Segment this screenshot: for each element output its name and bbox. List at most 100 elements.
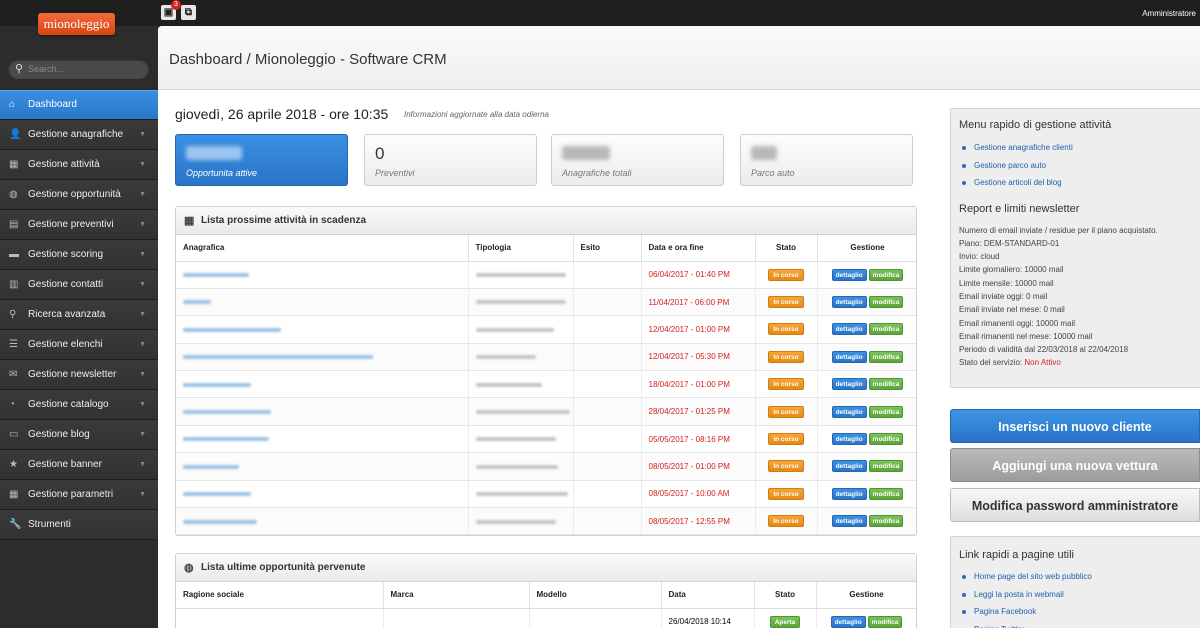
card-quotes[interactable]: 0 Preventivi bbox=[364, 134, 537, 186]
edit-button[interactable]: modifica bbox=[868, 405, 904, 418]
calendar-icon: ▦ bbox=[9, 159, 19, 170]
sidebar-item-dashboard[interactable]: ⌂ Dashboard bbox=[0, 90, 158, 120]
edit-button[interactable]: modifica bbox=[868, 296, 904, 309]
table-row[interactable]: 12/04/2017 - 05:30 PM In corso dettaglio mo… bbox=[176, 343, 916, 372]
edit-button[interactable]: modifica bbox=[867, 615, 903, 628]
table-row[interactable]: 28/04/2017 - 01:25 PM In corso dettaglio mo… bbox=[176, 397, 916, 426]
quick-menu-links: Gestione anagrafiche clienti Gestione par… bbox=[959, 139, 1192, 192]
chevron-down-icon: ▼ bbox=[139, 131, 146, 138]
detail-button[interactable]: dettaglio bbox=[831, 460, 867, 473]
sidebar-item-gestione-scoring[interactable]: ▬ Gestione scoring ▼ bbox=[0, 240, 158, 270]
sidebar-item-gestione-banner[interactable]: ★ Gestione banner ▼ bbox=[0, 450, 158, 480]
edit-button[interactable]: modifica bbox=[868, 378, 904, 391]
table-row[interactable]: 06/04/2017 - 01:40 PM In corso dettaglio mo… bbox=[176, 261, 916, 289]
detail-button[interactable]: dettaglio bbox=[831, 515, 867, 528]
sidebar-item-label: Gestione blog bbox=[28, 429, 90, 440]
messages-icon[interactable]: ⧉ bbox=[181, 5, 196, 20]
card-label: Opportunita attive bbox=[186, 168, 258, 178]
chevron-down-icon: ▼ bbox=[139, 221, 146, 228]
column-header[interactable]: Stato bbox=[754, 582, 817, 609]
cell-type bbox=[468, 507, 574, 535]
table-row[interactable]: 08/05/2017 - 10:00 AM In corso dettaglio mo… bbox=[176, 480, 916, 509]
table-row[interactable]: 18/04/2017 - 01:00 PM In corso dettaglio mo… bbox=[176, 370, 916, 399]
detail-button[interactable]: dettaglio bbox=[830, 615, 866, 628]
useful-link[interactable]: Leggi la posta in webmail bbox=[959, 586, 1192, 604]
column-header[interactable]: Modello bbox=[529, 582, 662, 609]
sidebar-search[interactable]: ⚲ bbox=[8, 59, 149, 79]
column-header[interactable]: Esito bbox=[573, 235, 642, 262]
useful-link[interactable]: Pagina Twitter bbox=[959, 621, 1192, 628]
table-row[interactable]: 08/05/2017 - 12:55 PM In corso dettaglio mo… bbox=[176, 507, 916, 535]
column-header[interactable]: Ragione sociale bbox=[176, 582, 384, 609]
quick-link[interactable]: Gestione parco auto bbox=[959, 157, 1192, 175]
table-row[interactable]: 12/04/2017 - 01:00 PM In corso dettaglio mo… bbox=[176, 315, 916, 344]
app-logo[interactable]: mionoleggio bbox=[38, 13, 115, 35]
column-header[interactable]: Stato bbox=[755, 235, 818, 262]
cell-type bbox=[468, 480, 574, 509]
detail-button[interactable]: dettaglio bbox=[831, 433, 867, 446]
edit-button[interactable]: modifica bbox=[868, 268, 904, 281]
change-password-button[interactable]: Modifica password amministratore bbox=[950, 488, 1200, 522]
table-row[interactable]: 05/05/2017 - 08:16 PM In corso dettaglio mo… bbox=[176, 425, 916, 454]
page-title: Dashboard / Mionoleggio - Software CRM bbox=[169, 51, 447, 68]
cell-type bbox=[468, 452, 574, 481]
detail-button[interactable]: dettaglio bbox=[831, 350, 867, 363]
blurred-text bbox=[183, 519, 257, 524]
column-header[interactable]: Gestione bbox=[817, 235, 916, 262]
detail-button[interactable]: dettaglio bbox=[831, 296, 867, 309]
cell-outcome bbox=[573, 397, 642, 426]
edit-button[interactable]: modifica bbox=[868, 323, 904, 336]
column-header[interactable]: Data e ora fine bbox=[641, 235, 756, 262]
sidebar-item-gestione-anagrafiche[interactable]: 👤 Gestione anagrafiche ▼ bbox=[0, 120, 158, 150]
add-client-button[interactable]: Inserisci un nuovo cliente bbox=[950, 409, 1200, 443]
cell-type bbox=[468, 315, 574, 344]
sidebar-item-gestione-blog[interactable]: ▭ Gestione blog ▼ bbox=[0, 420, 158, 450]
sidebar-item-gestione-preventivi[interactable]: ▤ Gestione preventivi ▼ bbox=[0, 210, 158, 240]
detail-button[interactable]: dettaglio bbox=[831, 378, 867, 391]
sidebar-item-label: Gestione parametri bbox=[28, 489, 114, 500]
column-header[interactable]: Gestione bbox=[816, 582, 916, 609]
table-row[interactable]: 11/04/2017 - 06:00 PM In corso dettaglio mo… bbox=[176, 288, 916, 317]
card-opportunities[interactable]: Opportunita attive bbox=[175, 134, 348, 186]
sidebar-item-gestione-opportunit-[interactable]: ◍ Gestione opportunità ▼ bbox=[0, 180, 158, 210]
useful-link[interactable]: Pagina Facebook bbox=[959, 603, 1192, 621]
card-contacts[interactable]: Anagrafiche totali bbox=[551, 134, 724, 186]
card-fleet[interactable]: Parco auto bbox=[740, 134, 913, 186]
detail-button[interactable]: dettaglio bbox=[831, 268, 867, 281]
sidebar-item-gestione-catalogo[interactable]: ◔ Gestione catalogo ▼ bbox=[0, 390, 158, 420]
search-input[interactable] bbox=[28, 61, 138, 77]
blurred-text bbox=[475, 300, 566, 305]
user-menu[interactable]: Amministratore bbox=[1142, 9, 1196, 18]
edit-button[interactable]: modifica bbox=[868, 350, 904, 363]
sidebar-item-gestione-parametri[interactable]: ▦ Gestione parametri ▼ bbox=[0, 480, 158, 510]
table-row[interactable]: 08/05/2017 - 01:00 PM In corso dettaglio mo… bbox=[176, 452, 916, 481]
detail-button[interactable]: dettaglio bbox=[831, 487, 867, 500]
edit-button[interactable]: modifica bbox=[868, 515, 904, 528]
table-row[interactable]: 26/04/2018 10:14 Aperta dettaglio modific… bbox=[176, 608, 916, 628]
detail-button[interactable]: dettaglio bbox=[831, 323, 867, 336]
quick-link[interactable]: Gestione anagrafiche clienti bbox=[959, 139, 1192, 157]
add-car-button[interactable]: Aggiungi una nuova vettura bbox=[950, 448, 1200, 482]
edit-button[interactable]: modifica bbox=[868, 487, 904, 500]
sidebar-item-label: Gestione catalogo bbox=[28, 399, 109, 410]
edit-button[interactable]: modifica bbox=[868, 460, 904, 473]
blurred-text bbox=[475, 410, 570, 415]
sidebar-item-gestione-elenchi[interactable]: ☰ Gestione elenchi ▼ bbox=[0, 330, 158, 360]
quick-link[interactable]: Gestione articoli del blog bbox=[959, 174, 1192, 192]
card-label: Anagrafiche totali bbox=[562, 168, 632, 178]
edit-button[interactable]: modifica bbox=[868, 433, 904, 446]
sidebar-item-strumenti[interactable]: 🔧 Strumenti bbox=[0, 510, 158, 540]
column-header[interactable]: Tipologia bbox=[468, 235, 574, 262]
sidebar-item-gestione-newsletter[interactable]: ✉ Gestione newsletter ▼ bbox=[0, 360, 158, 390]
sidebar-item-ricerca-avanzata[interactable]: ⚲ Ricerca avanzata ▼ bbox=[0, 300, 158, 330]
column-header[interactable]: Marca bbox=[383, 582, 530, 609]
cell-status: In corso bbox=[755, 315, 818, 344]
sidebar-item-gestione-attivit-[interactable]: ▦ Gestione attività ▼ bbox=[0, 150, 158, 180]
report-line: Numero di email inviate / residue per il… bbox=[959, 225, 1158, 235]
column-header[interactable]: Data bbox=[661, 582, 755, 609]
cell-status: In corso bbox=[755, 370, 818, 399]
detail-button[interactable]: dettaglio bbox=[831, 405, 867, 418]
sidebar-item-gestione-contatti[interactable]: ▥ Gestione contatti ▼ bbox=[0, 270, 158, 300]
useful-link[interactable]: Home page del sito web pubblico bbox=[959, 568, 1192, 586]
column-header[interactable]: Anagrafica bbox=[176, 235, 469, 262]
